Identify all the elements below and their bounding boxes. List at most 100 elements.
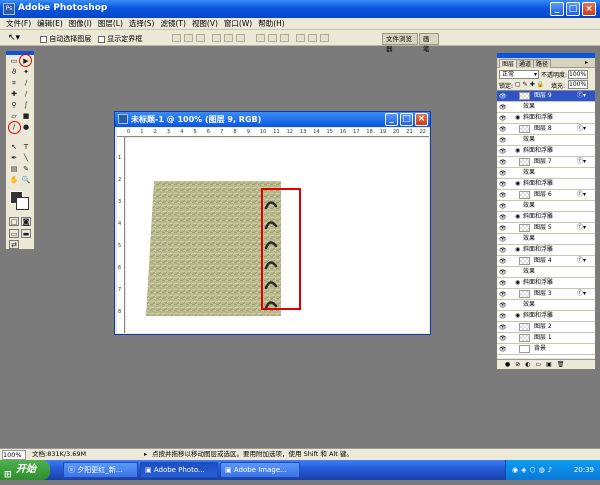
doc-maximize-icon[interactable]: □ bbox=[400, 113, 413, 126]
move-tool-icon[interactable]: ↖▾ bbox=[8, 33, 20, 43]
brush-tool-icon[interactable]: ∕ bbox=[21, 90, 31, 99]
layers-footer-buttons[interactable]: ●⊘◐▭▣🗑 bbox=[497, 359, 595, 369]
visibility-eye-icon[interactable]: 👁 bbox=[499, 125, 507, 134]
visibility-eye-icon[interactable]: 👁 bbox=[499, 92, 507, 101]
menu-image[interactable]: 图像(I) bbox=[69, 18, 92, 30]
distribute-bottom-icon[interactable] bbox=[280, 34, 289, 42]
screen-mode-full-icon[interactable]: ▬ bbox=[21, 229, 31, 238]
marquee-tool-icon[interactable]: ▭ bbox=[9, 57, 19, 66]
taskbar-item-browser[interactable]: ⓔ 夕阳更红_新... bbox=[63, 462, 138, 478]
tab-layers[interactable]: 图层 bbox=[499, 59, 518, 68]
taskbar-item-photoshop[interactable]: ▣ Adobe Photo... bbox=[140, 462, 218, 478]
visibility-eye-icon[interactable]: 👁 bbox=[499, 301, 507, 310]
maximize-icon[interactable]: □ bbox=[566, 2, 580, 16]
align-center-icon[interactable] bbox=[224, 34, 233, 42]
layer-row[interactable]: 👁 图层 5 ⓕ▾ bbox=[497, 223, 595, 234]
visibility-eye-icon[interactable]: 👁 bbox=[499, 191, 507, 200]
layer-effect-row[interactable]: 👁 ◉ 斜面和浮雕 bbox=[497, 179, 595, 190]
visibility-eye-icon[interactable]: 👁 bbox=[499, 290, 507, 299]
layer-effect-row[interactable]: 👁 ◉ 斜面和浮雕 bbox=[497, 212, 595, 223]
layer-effect-row[interactable]: 👁 效果 bbox=[497, 135, 595, 146]
gradient-tool-icon[interactable]: ■ bbox=[21, 112, 31, 121]
layer-effect-row[interactable]: 👁 ◉ 斜面和浮雕 bbox=[497, 278, 595, 289]
document-window[interactable]: 未标题-1 @ 100% (图层 9, RGB) _ □ × 012345678… bbox=[114, 111, 431, 335]
opacity-input[interactable]: 100% bbox=[568, 70, 588, 79]
align-right-icon[interactable] bbox=[236, 34, 245, 42]
distribute-middle-icon[interactable] bbox=[268, 34, 277, 42]
visibility-eye-icon[interactable]: 👁 bbox=[499, 169, 507, 178]
layer-effect-row[interactable]: 👁 效果 bbox=[497, 201, 595, 212]
minimize-icon[interactable]: _ bbox=[550, 2, 564, 16]
visibility-eye-icon[interactable]: 👁 bbox=[499, 103, 507, 112]
fx-icon[interactable]: ⓕ▾ bbox=[577, 223, 586, 232]
visibility-eye-icon[interactable]: 👁 bbox=[499, 257, 507, 266]
type-tool-icon[interactable]: T bbox=[21, 143, 31, 152]
menu-select[interactable]: 选择(S) bbox=[129, 18, 155, 30]
document-canvas[interactable] bbox=[126, 138, 429, 333]
menu-view[interactable]: 视图(V) bbox=[192, 18, 218, 30]
jump-to-imageready-icon[interactable]: ⇄ bbox=[9, 240, 19, 249]
layer-row[interactable]: 👁 图层 4 ⓕ▾ bbox=[497, 256, 595, 267]
doc-close-icon[interactable]: × bbox=[415, 113, 428, 126]
hand-tool-icon[interactable]: ✋ bbox=[9, 176, 19, 185]
blur-tool-icon[interactable]: ∕ bbox=[9, 123, 19, 132]
auto-select-checkbox[interactable] bbox=[40, 35, 47, 43]
layer-row[interactable]: 👁 图层 3 ⓕ▾ bbox=[497, 289, 595, 300]
fx-icon[interactable]: ⓕ▾ bbox=[577, 256, 586, 265]
layer-effect-row[interactable]: 👁 ◉ 斜面和浮雕 bbox=[497, 311, 595, 322]
clock[interactable]: 20:39 bbox=[574, 460, 594, 480]
layer-effect-row[interactable]: 👁 效果 bbox=[497, 168, 595, 179]
layer-row[interactable]: 👁 图层 1 bbox=[497, 333, 595, 344]
tab-file-browser[interactable]: 文件浏览器 bbox=[382, 33, 418, 53]
eyedropper-icon[interactable]: ✎ bbox=[21, 165, 31, 174]
history-brush-icon[interactable]: ∫ bbox=[21, 101, 31, 110]
layer-row[interactable]: 👁 图层 7 ⓕ▾ bbox=[497, 157, 595, 168]
zoom-level[interactable]: 100% bbox=[2, 450, 26, 460]
toolbox-header[interactable] bbox=[6, 51, 34, 55]
align-left-icon[interactable] bbox=[212, 34, 221, 42]
visibility-eye-icon[interactable]: 👁 bbox=[499, 334, 507, 343]
tab-paths[interactable]: 路径 bbox=[533, 59, 552, 68]
fx-icon[interactable]: ⓕ▾ bbox=[577, 157, 586, 166]
layer-row[interactable]: 👁 图层 9 ⓕ▾ bbox=[497, 91, 595, 102]
layer-row[interactable]: 👁 图层 6 ⓕ▾ bbox=[497, 190, 595, 201]
tab-brushes[interactable]: 画笔 bbox=[419, 33, 439, 53]
pen-tool-icon[interactable]: ✒ bbox=[9, 154, 19, 163]
start-button[interactable]: ⊞ 开始 bbox=[0, 460, 50, 480]
fx-icon[interactable]: ⓕ▾ bbox=[577, 289, 586, 298]
layer-effect-row[interactable]: 👁 ◉ 斜面和浮雕 bbox=[497, 245, 595, 256]
menu-file[interactable]: 文件(F) bbox=[6, 18, 31, 30]
stamp-tool-icon[interactable]: ⚲ bbox=[9, 101, 19, 110]
lasso-tool-icon[interactable]: ϑ bbox=[9, 68, 19, 77]
magic-wand-icon[interactable]: ✦ bbox=[21, 68, 31, 77]
distribute-right-icon[interactable] bbox=[320, 34, 329, 42]
show-bounds-checkbox[interactable] bbox=[98, 35, 105, 43]
visibility-eye-icon[interactable]: 👁 bbox=[499, 158, 507, 167]
visibility-eye-icon[interactable]: 👁 bbox=[499, 180, 507, 189]
menu-window[interactable]: 窗口(W) bbox=[224, 18, 252, 30]
align-middle-icon[interactable] bbox=[184, 34, 193, 42]
layer-effect-row[interactable]: 👁 效果 bbox=[497, 300, 595, 311]
visibility-eye-icon[interactable]: 👁 bbox=[499, 136, 507, 145]
slice-tool-icon[interactable]: ∕ bbox=[21, 79, 31, 88]
visibility-eye-icon[interactable]: 👁 bbox=[499, 114, 507, 123]
close-icon[interactable]: × bbox=[582, 2, 596, 16]
blend-mode-select[interactable]: 正常 ▾ bbox=[499, 70, 539, 79]
fx-icon[interactable]: ⓕ▾ bbox=[577, 124, 586, 133]
document-titlebar[interactable]: 未标题-1 @ 100% (图层 9, RGB) _ □ × bbox=[115, 112, 430, 127]
layer-effect-row[interactable]: 👁 效果 bbox=[497, 102, 595, 113]
layer-row[interactable]: 👁 背景 bbox=[497, 344, 595, 355]
visibility-eye-icon[interactable]: 👁 bbox=[499, 345, 507, 354]
visibility-eye-icon[interactable]: 👁 bbox=[499, 323, 507, 332]
screen-mode-standard-icon[interactable]: ▭ bbox=[9, 229, 19, 238]
menu-help[interactable]: 帮助(H) bbox=[258, 18, 285, 30]
lock-icons[interactable]: ▢✎✚🔒 bbox=[515, 81, 546, 88]
background-color-swatch[interactable] bbox=[16, 197, 29, 210]
distribute-top-icon[interactable] bbox=[256, 34, 265, 42]
layer-effect-row[interactable]: 👁 效果 bbox=[497, 234, 595, 245]
zoom-tool-icon[interactable]: 🔍 bbox=[21, 176, 31, 185]
quickmask-mode-icon[interactable]: ◙ bbox=[21, 217, 31, 226]
tray-icons[interactable]: ◉◈⬡◍♪ bbox=[512, 466, 555, 474]
layer-row[interactable]: 👁 图层 8 ⓕ▾ bbox=[497, 124, 595, 135]
tab-channels[interactable]: 通道 bbox=[516, 59, 535, 68]
